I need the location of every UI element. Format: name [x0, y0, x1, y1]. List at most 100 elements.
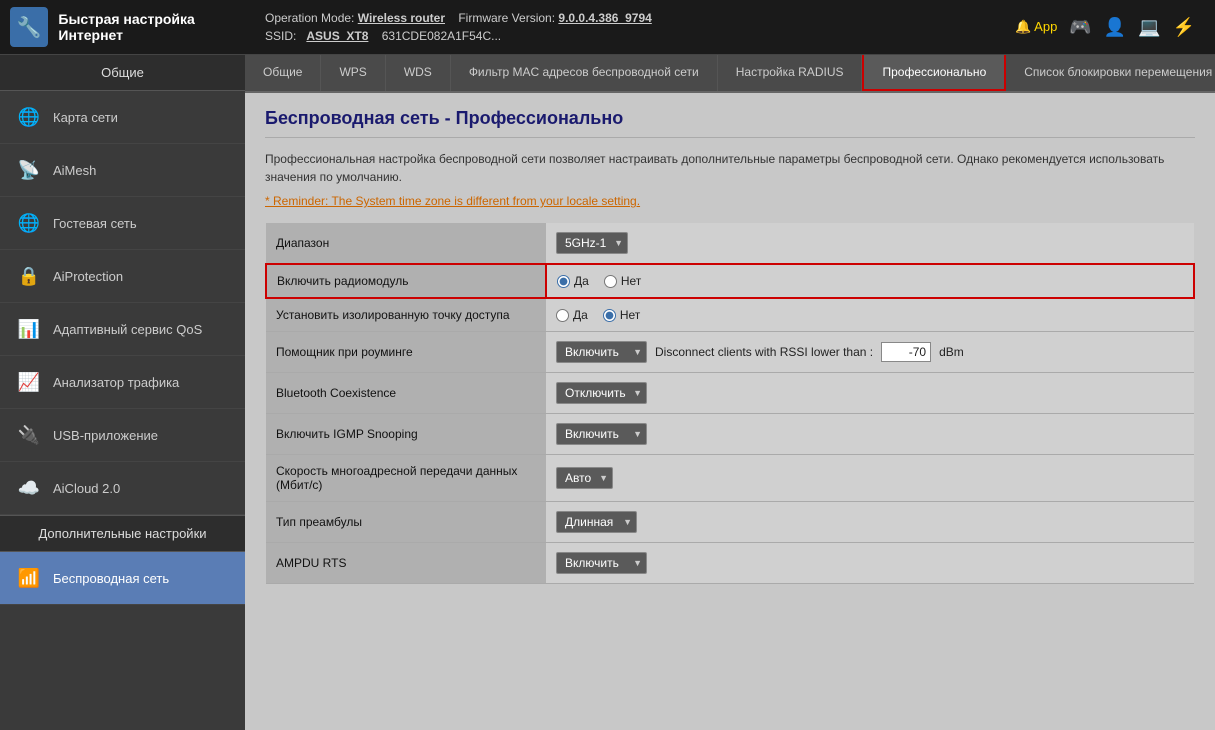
tab-roaming[interactable]: Список блокировки перемещения — [1006, 55, 1215, 91]
rssi-unit: dBm — [939, 345, 964, 359]
igmp-select[interactable]: Включить Отключить — [556, 423, 647, 445]
table-row-bluetooth: Bluetooth Coexistence Отключить Включить — [266, 373, 1194, 414]
isolated-radio-yes[interactable] — [556, 309, 569, 322]
tab-mac-filter[interactable]: Фильтр MAC адресов беспроводной сети — [451, 55, 718, 91]
top-header: 🔧 Быстрая настройка Интернет Operation M… — [0, 0, 1215, 55]
radio-no-text: Нет — [621, 274, 641, 288]
sidebar-item-qos[interactable]: 📊 Адаптивный сервис QoS — [0, 303, 245, 356]
sidebar: Общие 🌐 Карта сети 📡 AiMesh 🌐 Гостевая с… — [0, 55, 245, 730]
main-content: Беспроводная сеть - Профессионально Проф… — [245, 93, 1215, 730]
fw-value: 9.0.0.4.386_9794 — [558, 11, 651, 25]
label-roaming: Помощник при роуминге — [266, 332, 546, 373]
isolated-no-text: Нет — [620, 308, 640, 322]
label-igmp: Включить IGMP Snooping — [266, 414, 546, 455]
tab-general[interactable]: Общие — [245, 55, 321, 91]
table-row-radio-module: Включить радиомодуль Да Нет — [266, 264, 1194, 298]
table-row-igmp: Включить IGMP Snooping Включить Отключит… — [266, 414, 1194, 455]
tabs-bar: Общие WPS WDS Фильтр MAC адресов беспров… — [245, 55, 1215, 93]
usb-icon[interactable]: ⚡ — [1173, 17, 1195, 38]
ampdu-select-wrapper: Включить Отключить — [556, 552, 647, 574]
sidebar-item-network-map[interactable]: 🌐 Карта сети — [0, 91, 245, 144]
roaming-select-wrapper: Включить Отключить — [556, 341, 647, 363]
igmp-select-wrapper: Включить Отключить — [556, 423, 647, 445]
value-igmp: Включить Отключить — [546, 414, 1194, 455]
user-icon[interactable]: 👤 — [1104, 17, 1126, 38]
label-diapason: Диапазон — [266, 223, 546, 264]
isolated-radio-no[interactable] — [603, 309, 616, 322]
value-roaming: Включить Отключить Disconnect clients wi… — [546, 332, 1194, 373]
diapason-select[interactable]: 5GHz-1 2.4GHz 5GHz-2 — [556, 232, 628, 254]
label-isolated-ap: Установить изолированную точку доступа — [266, 298, 546, 332]
tab-wds[interactable]: WDS — [386, 55, 451, 91]
radio-yes-text: Да — [574, 274, 589, 288]
logo-text: Быстрая настройка Интернет — [58, 11, 255, 43]
radio-yes-input[interactable] — [557, 275, 570, 288]
sidebar-item-guest-network[interactable]: 🌐 Гостевая сеть — [0, 197, 245, 250]
tab-wps[interactable]: WPS — [321, 55, 385, 91]
sidebar-label-network-map: Карта сети — [53, 110, 118, 125]
network-map-icon: 🌐 — [15, 103, 43, 131]
value-multicast: Авто 1 6 12 — [546, 455, 1194, 502]
content-area: Общие WPS WDS Фильтр MAC адресов беспров… — [245, 55, 1215, 730]
page-title: Беспроводная сеть - Профессионально — [265, 108, 1195, 138]
isolated-radio-yes-label[interactable]: Да — [556, 308, 588, 322]
bluetooth-select-wrapper: Отключить Включить — [556, 382, 647, 404]
label-radio-module: Включить радиомодуль — [266, 264, 546, 298]
table-row-diapason: Диапазон 5GHz-1 2.4GHz 5GHz-2 — [266, 223, 1194, 264]
isolated-yes-text: Да — [573, 308, 588, 322]
radio-yes-label[interactable]: Да — [557, 274, 589, 288]
ampdu-select[interactable]: Включить Отключить — [556, 552, 647, 574]
label-ampdu: AMPDU RTS — [266, 543, 546, 584]
value-diapason: 5GHz-1 2.4GHz 5GHz-2 — [546, 223, 1194, 264]
sidebar-section-general: Общие — [0, 55, 245, 91]
sidebar-item-aicloud[interactable]: ☁️ AiCloud 2.0 — [0, 462, 245, 515]
settings-table: Диапазон 5GHz-1 2.4GHz 5GHz-2 Включи — [265, 223, 1195, 584]
tab-professional[interactable]: Профессионально — [862, 55, 1006, 91]
preamble-select[interactable]: Длинная Короткая — [556, 511, 637, 533]
radio-group-isolated: Да Нет — [556, 308, 1184, 322]
table-row-ampdu: AMPDU RTS Включить Отключить — [266, 543, 1194, 584]
aiprotection-icon: 🔒 — [15, 262, 43, 290]
main-layout: Общие 🌐 Карта сети 📡 AiMesh 🌐 Гостевая с… — [0, 55, 1215, 730]
value-ampdu: Включить Отключить — [546, 543, 1194, 584]
description-text: Профессиональная настройка беспроводной … — [265, 150, 1195, 186]
operation-mode-line: Operation Mode: Wireless router Firmware… — [265, 11, 1015, 25]
value-preamble: Длинная Короткая — [546, 502, 1194, 543]
aicloud-icon: ☁️ — [15, 474, 43, 502]
sidebar-label-traffic: Анализатор трафика — [53, 375, 179, 390]
op-mode-value: Wireless router — [358, 11, 445, 25]
aimesh-icon: 📡 — [15, 156, 43, 184]
value-isolated-ap: Да Нет — [546, 298, 1194, 332]
sidebar-item-traffic[interactable]: 📈 Анализатор трафика — [0, 356, 245, 409]
bluetooth-select[interactable]: Отключить Включить — [556, 382, 647, 404]
game-icon[interactable]: 🎮 — [1069, 17, 1091, 38]
radio-no-label[interactable]: Нет — [604, 274, 641, 288]
roaming-select[interactable]: Включить Отключить — [556, 341, 647, 363]
tab-radius[interactable]: Настройка RADIUS — [718, 55, 863, 91]
table-row-preamble: Тип преамбулы Длинная Короткая — [266, 502, 1194, 543]
label-preamble: Тип преамбулы — [266, 502, 546, 543]
ssid-extra: 631CDE082A1F54C... — [382, 29, 501, 43]
radio-no-input[interactable] — [604, 275, 617, 288]
isolated-radio-no-label[interactable]: Нет — [603, 308, 640, 322]
sidebar-item-aiprotection[interactable]: 🔒 AiProtection — [0, 250, 245, 303]
laptop-icon[interactable]: 💻 — [1138, 17, 1160, 38]
preamble-select-wrapper: Длинная Короткая — [556, 511, 637, 533]
sidebar-section-advanced: Дополнительные настройки — [0, 515, 245, 552]
fw-label: Firmware Version: — [458, 11, 555, 25]
sidebar-item-usb[interactable]: 🔌 USB-приложение — [0, 409, 245, 462]
wireless-icon: 📶 — [15, 564, 43, 592]
table-row-roaming: Помощник при роуминге Включить Отключить… — [266, 332, 1194, 373]
app-icon[interactable]: 🔔 App — [1015, 19, 1057, 35]
value-bluetooth: Отключить Включить — [546, 373, 1194, 414]
rssi-input[interactable] — [881, 342, 931, 362]
header-info: Operation Mode: Wireless router Firmware… — [255, 11, 1015, 43]
ssid-value: ASUS_XT8 — [306, 29, 368, 43]
reminder-text[interactable]: * Reminder: The System time zone is diff… — [265, 194, 1195, 208]
label-bluetooth: Bluetooth Coexistence — [266, 373, 546, 414]
multicast-select[interactable]: Авто 1 6 12 — [556, 467, 613, 489]
sidebar-item-aimesh[interactable]: 📡 AiMesh — [0, 144, 245, 197]
sidebar-label-wireless: Беспроводная сеть — [53, 571, 169, 586]
sidebar-item-wireless[interactable]: 📶 Беспроводная сеть — [0, 552, 245, 605]
roaming-value-group: Включить Отключить Disconnect clients wi… — [556, 341, 1184, 363]
